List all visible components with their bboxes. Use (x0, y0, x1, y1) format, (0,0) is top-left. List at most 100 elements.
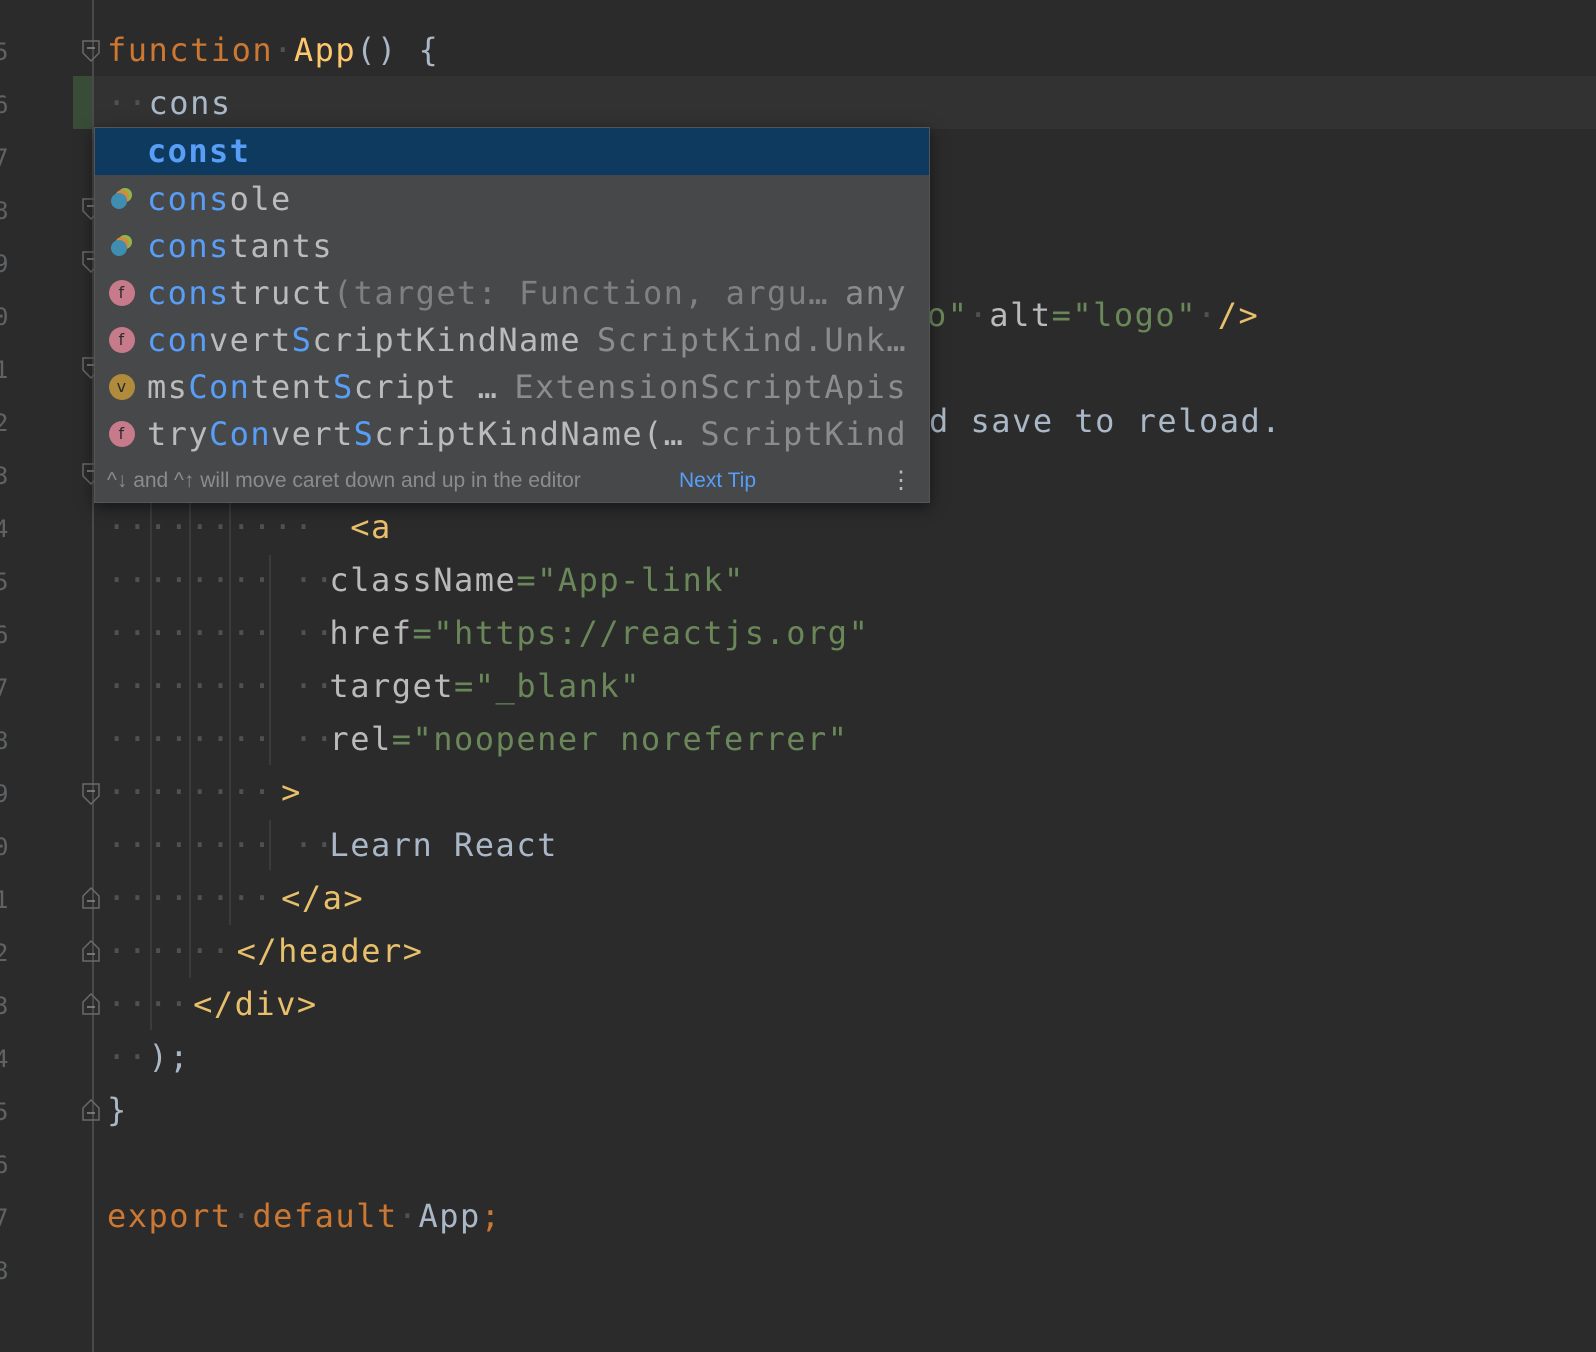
punctuation: ); (148, 1038, 191, 1076)
code-line-learn[interactable]: ········ ··Learn React (107, 819, 558, 872)
attribute: target (329, 667, 455, 705)
completion-footer: ^↓ and ^↑ will move caret down and up in… (95, 460, 929, 502)
property-icon (111, 235, 132, 256)
completion-type: ExtensionScriptApis (514, 368, 907, 406)
line-number: 2 (0, 409, 9, 437)
fold-end-icon[interactable] (82, 993, 100, 1015)
line-number: 5 (0, 1098, 9, 1126)
line-number: 1 (0, 356, 9, 384)
code-line-classname[interactable]: ········ ··className="App-link" (107, 554, 745, 607)
completion-item-tryConvertScriptKindName[interactable]: f tryConvertScriptKindName(… ScriptKind (95, 411, 929, 458)
change-marker (73, 76, 92, 129)
code-line-export[interactable]: export·default·App; (107, 1190, 502, 1243)
tag: </a> (281, 879, 365, 917)
completion-item-constants[interactable]: constants (95, 223, 929, 270)
line-number: 4 (0, 515, 9, 543)
next-tip-link[interactable]: Next Tip (679, 460, 756, 502)
completion-item-construct[interactable]: f construct(target: Function, argu… any (95, 270, 929, 317)
line-number: 0 (0, 833, 9, 861)
completion-label: constants (147, 227, 333, 265)
completion-item-const[interactable]: const (95, 128, 929, 175)
punctuation: () { (356, 31, 440, 69)
fold-collapse-icon[interactable] (82, 783, 100, 805)
completion-type: ScriptKind.Unk… (597, 321, 907, 359)
line-number: 6 (0, 621, 9, 649)
string: "noopener noreferrer" (412, 720, 849, 758)
code-line-brace[interactable]: } (107, 1084, 128, 1137)
string: "App-link" (537, 561, 745, 599)
completion-label: convertScriptKindName (147, 321, 581, 359)
line-number: 7 (0, 674, 9, 702)
keyword: function (107, 31, 274, 69)
line-number: 7 (0, 1204, 9, 1232)
code-line-gt[interactable]: ········ > (107, 766, 302, 819)
tag: </header> (236, 932, 424, 970)
line-number: 8 (0, 1257, 9, 1285)
more-options-icon[interactable]: ⋮ (889, 460, 913, 502)
line-number: 3 (0, 992, 9, 1020)
punctuation: ; (480, 1197, 502, 1235)
code-line-p-tail[interactable]: d save to reload. (929, 395, 1282, 448)
attribute: className (329, 561, 517, 599)
line-number: 4 (0, 1045, 9, 1073)
string: "logo" (1072, 296, 1197, 334)
code-line-div-close[interactable]: ····</div> (107, 978, 318, 1031)
identifier: App (418, 1197, 481, 1235)
line-number: 5 (0, 568, 9, 596)
code-line-a-close[interactable]: ········ </a> (107, 872, 364, 925)
fold-end-icon[interactable] (82, 887, 100, 909)
code-line-header-close[interactable]: ······ </header> (107, 925, 423, 978)
completion-type: ScriptKind (700, 415, 907, 453)
line-number: 8 (0, 727, 9, 755)
code-line-a-open[interactable]: ············<a (107, 501, 392, 554)
code-line-typing[interactable]: ··cons (107, 77, 232, 130)
line-number: 2 (0, 939, 9, 967)
code-line-rel[interactable]: ········ ··rel="noopener noreferrer" (107, 713, 849, 766)
tag: /> (1217, 296, 1260, 334)
line-number: 8 (0, 197, 9, 225)
completion-label: construct(target: Function, argu… (147, 274, 829, 312)
completion-item-convertScriptKindName[interactable]: f convertScriptKindName ScriptKind.Unk… (95, 317, 929, 364)
completion-label: console (147, 180, 292, 218)
fold-end-icon[interactable] (82, 940, 100, 962)
function-icon: f (109, 327, 135, 353)
line-number: 9 (0, 250, 9, 278)
code-line-paren[interactable]: ··); (107, 1031, 190, 1084)
keyword: export (107, 1197, 232, 1235)
tag: </div> (193, 985, 318, 1023)
current-line-highlight (94, 76, 1596, 129)
code-line-href[interactable]: ········ ··href="https://reactjs.org" (107, 607, 869, 660)
attribute: rel (329, 720, 392, 758)
string: o" (927, 296, 969, 334)
variable-icon: v (109, 374, 135, 400)
line-number: 1 (0, 886, 9, 914)
attribute: href (329, 614, 413, 652)
property-icon (111, 188, 132, 209)
code-line-img-tail[interactable]: o"·alt="logo"·/> (927, 289, 1259, 342)
line-number: 5 (0, 38, 9, 66)
text: Learn React (329, 826, 558, 864)
code-line-function[interactable]: function·App() { (107, 24, 439, 77)
fold-end-icon[interactable] (82, 1099, 100, 1121)
completion-label: tryConvertScriptKindName(… (147, 415, 685, 453)
completion-item-console[interactable]: console (95, 176, 929, 223)
typed-text: cons (148, 84, 232, 122)
tip-hint: ^↓ and ^↑ will move caret down and up in… (107, 469, 581, 492)
function-name: App (293, 31, 357, 69)
line-number: 3 (0, 462, 9, 490)
fold-collapse-icon[interactable] (82, 40, 100, 62)
code-line-target[interactable]: ········ ··target="_blank" (107, 660, 641, 713)
tag: <a (350, 508, 392, 546)
line-number: 7 (0, 144, 9, 172)
string: "_blank" (474, 667, 641, 705)
line-number: 6 (0, 91, 9, 119)
completion-item-msContentScript[interactable]: v msContentScript … ExtensionScriptApis (95, 364, 929, 411)
completion-label: msContentScript … (147, 368, 499, 406)
function-icon: f (109, 421, 135, 447)
punctuation: } (107, 1091, 128, 1129)
completion-label: const (147, 132, 251, 170)
string: "https://reactjs.org" (433, 614, 870, 652)
function-icon: f (109, 280, 135, 306)
line-number: 9 (0, 780, 9, 808)
line-number: 0 (0, 303, 9, 331)
